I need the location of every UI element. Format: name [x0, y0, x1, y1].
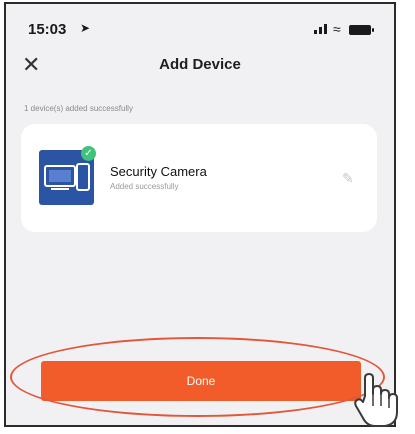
location-arrow-icon: ➤ [80, 21, 91, 35]
pencil-icon[interactable]: ✎ [342, 170, 354, 187]
header: ✕ Add Device [6, 48, 394, 88]
success-message: 1 device(s) added successfully [24, 104, 133, 113]
device-name: Security Camera [110, 164, 207, 179]
signal-icon [314, 24, 327, 34]
page-title: Add Device [159, 56, 241, 73]
highlight-ellipse [10, 337, 385, 417]
battery-icon [349, 25, 374, 35]
status-time: 15:03 [28, 21, 67, 38]
status-bar: 15:03 ➤ ≈ [6, 4, 394, 46]
wifi-icon: ≈ [333, 21, 341, 37]
check-icon: ✓ [81, 146, 96, 161]
device-status: Added successfully [110, 182, 179, 191]
pointing-hand-icon [354, 373, 398, 427]
device-card[interactable]: ✓ Security Camera Added successfully ✎ [21, 124, 377, 232]
